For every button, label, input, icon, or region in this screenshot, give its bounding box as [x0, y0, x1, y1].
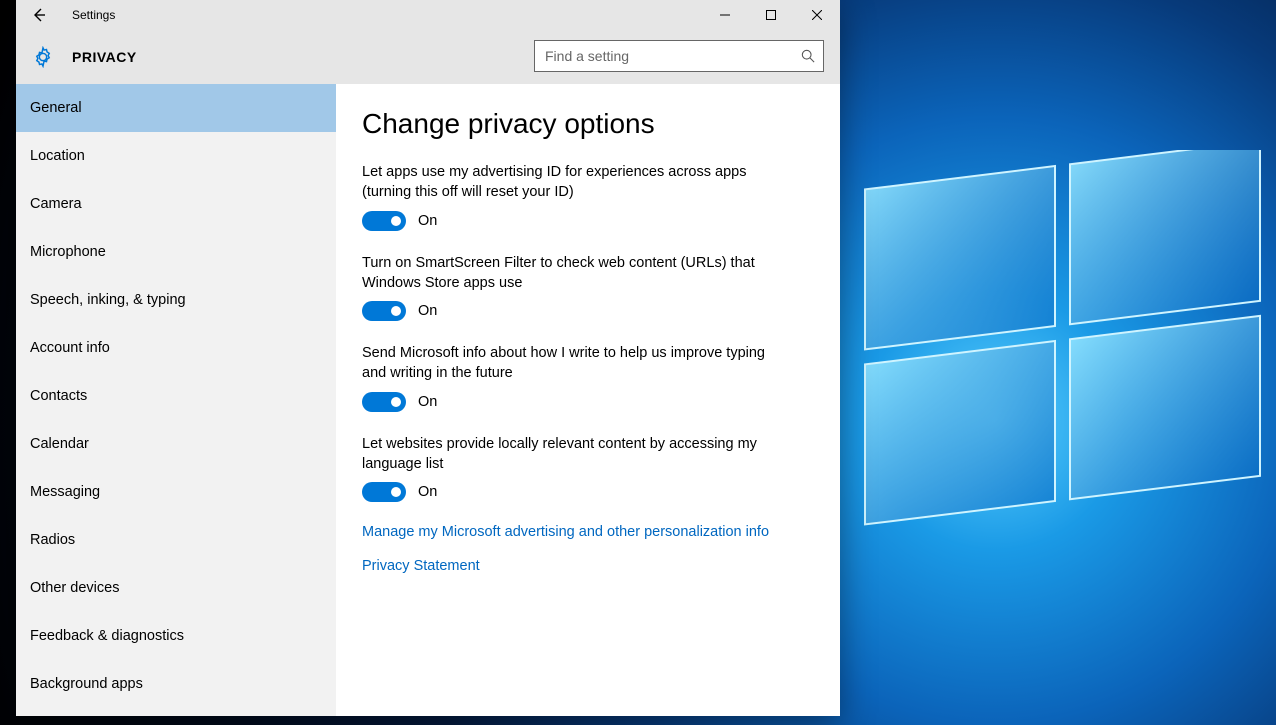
toggle-knob: [391, 397, 401, 407]
toggle-knob: [391, 306, 401, 316]
arrow-left-icon: [31, 7, 47, 23]
maximize-button[interactable]: [748, 0, 794, 30]
window-title: Settings: [72, 8, 115, 22]
toggle-knob: [391, 216, 401, 226]
toggle-switch[interactable]: [362, 211, 406, 231]
header-title: PRIVACY: [72, 49, 137, 65]
toggle-switch[interactable]: [362, 482, 406, 502]
setting-item: Let apps use my advertising ID for exper…: [362, 162, 814, 231]
setting-description: Let websites provide locally relevant co…: [362, 434, 792, 475]
toggle-knob: [391, 487, 401, 497]
gear-icon: [32, 46, 54, 68]
close-icon: [812, 10, 822, 20]
search-input[interactable]: [535, 48, 793, 64]
toggle-row: On: [362, 392, 814, 412]
toggle-state-label: On: [418, 484, 437, 500]
toggle-row: On: [362, 211, 814, 231]
toggle-switch[interactable]: [362, 392, 406, 412]
setting-description: Turn on SmartScreen Filter to check web …: [362, 253, 792, 294]
setting-item: Let websites provide locally relevant co…: [362, 434, 814, 503]
setting-description: Let apps use my advertising ID for exper…: [362, 162, 792, 203]
sidebar-item-label: Contacts: [30, 388, 87, 404]
toggle-row: On: [362, 301, 814, 321]
sidebar-item-label: Location: [30, 148, 85, 164]
sidebar-item-label: Camera: [30, 196, 82, 212]
sidebar-item-label: Radios: [30, 532, 75, 548]
sidebar-item-label: Calendar: [30, 436, 89, 452]
sidebar-item-radios[interactable]: Radios: [16, 516, 336, 564]
setting-item: Send Microsoft info about how I write to…: [362, 343, 814, 412]
link-privacy-statement[interactable]: Privacy Statement: [362, 558, 814, 574]
body: General Location Camera Microphone Speech, i…: [16, 84, 840, 716]
windows-logo-icon: [860, 150, 1276, 570]
close-button[interactable]: [794, 0, 840, 30]
setting-item: Turn on SmartScreen Filter to check web …: [362, 253, 814, 322]
sidebar-item-feedback-diagnostics[interactable]: Feedback & diagnostics: [16, 612, 336, 660]
sidebar-item-label: Account info: [30, 340, 110, 356]
window-controls: [702, 0, 840, 30]
sidebar-item-general[interactable]: General: [16, 84, 336, 132]
search-icon: [793, 49, 823, 63]
sidebar-item-calendar[interactable]: Calendar: [16, 420, 336, 468]
sidebar-item-label: Background apps: [30, 676, 143, 692]
toggle-state-label: On: [418, 394, 437, 410]
setting-description: Send Microsoft info about how I write to…: [362, 343, 792, 384]
sidebar-item-label: Microphone: [30, 244, 106, 260]
sidebar-item-label: Feedback & diagnostics: [30, 628, 184, 644]
sidebar-item-other-devices[interactable]: Other devices: [16, 564, 336, 612]
toggle-row: On: [362, 482, 814, 502]
content-heading: Change privacy options: [362, 108, 814, 140]
sidebar-item-label: Speech, inking, & typing: [30, 292, 186, 308]
header: PRIVACY: [16, 30, 840, 84]
toggle-state-label: On: [418, 213, 437, 229]
sidebar-item-background-apps[interactable]: Background apps: [16, 660, 336, 708]
sidebar-item-camera[interactable]: Camera: [16, 180, 336, 228]
sidebar-item-messaging[interactable]: Messaging: [16, 468, 336, 516]
titlebar: Settings: [16, 0, 840, 30]
toggle-state-label: On: [418, 303, 437, 319]
toggle-switch[interactable]: [362, 301, 406, 321]
sidebar-item-label: Messaging: [30, 484, 100, 500]
sidebar-item-account-info[interactable]: Account info: [16, 324, 336, 372]
minimize-button[interactable]: [702, 0, 748, 30]
sidebar-item-contacts[interactable]: Contacts: [16, 372, 336, 420]
back-button[interactable]: [16, 0, 62, 30]
search-box[interactable]: [534, 40, 824, 72]
settings-window: Settings PRIVACY: [16, 0, 840, 716]
maximize-icon: [766, 10, 776, 20]
sidebar: General Location Camera Microphone Speech, i…: [16, 84, 336, 716]
sidebar-item-label: Other devices: [30, 580, 119, 596]
sidebar-item-microphone[interactable]: Microphone: [16, 228, 336, 276]
content-area: Change privacy options Let apps use my a…: [336, 84, 840, 716]
sidebar-item-location[interactable]: Location: [16, 132, 336, 180]
sidebar-item-speech-inking-typing[interactable]: Speech, inking, & typing: [16, 276, 336, 324]
minimize-icon: [720, 10, 730, 20]
link-manage-my-microsoft-advertising-and-other-personalization-info[interactable]: Manage my Microsoft advertising and othe…: [362, 524, 814, 540]
sidebar-item-label: General: [30, 100, 82, 116]
